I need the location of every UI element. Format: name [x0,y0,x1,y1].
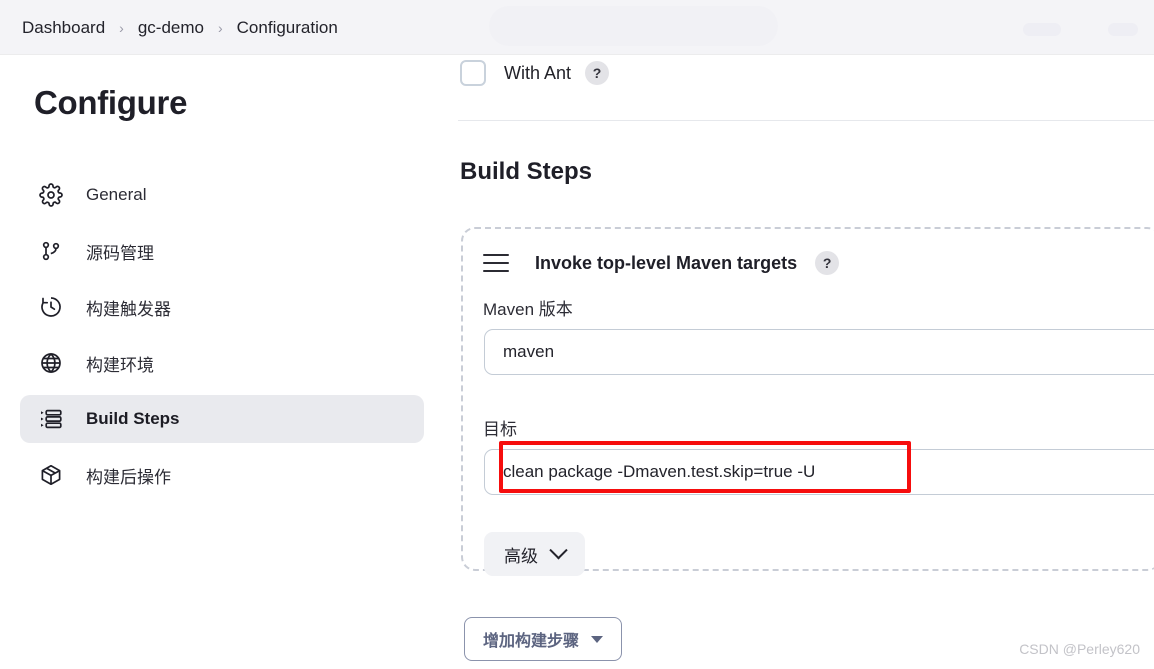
section-divider [458,120,1154,121]
caret-down-icon [591,635,604,643]
add-build-step-button[interactable]: 增加构建步骤 [464,617,623,661]
with-ant-label: With Ant [504,62,572,83]
chevron-down-icon [549,540,568,559]
with-ant-checkbox[interactable] [460,60,486,86]
goals-input[interactable]: clean package -Dmaven.test.skip=true -U [484,449,1154,495]
build-step-header: Invoke top-level Maven targets ? [483,251,840,275]
build-step-title: Invoke top-level Maven targets [535,252,798,273]
advanced-toggle-button[interactable]: 高级 [484,532,585,576]
section-title-build-steps: Build Steps [460,158,593,185]
search-placeholder-ghost-b [1108,23,1138,36]
sidebar-item-post-build-actions[interactable]: 构建后操作 [20,451,424,499]
breadcrumb-item-dashboard[interactable]: Dashboard [22,18,105,38]
drag-handle-icon[interactable] [483,254,509,272]
watermark: CSDN @Perley620 [1019,641,1140,657]
sidebar-item-label: Build Steps [86,409,180,428]
clock-icon [38,294,64,320]
sidebar-item-label: 构建后操作 [86,467,171,487]
search-placeholder-ghost-a [1023,23,1061,36]
advanced-label: 高级 [504,546,538,566]
build-step-card: Invoke top-level Maven targets ? Maven 版… [461,227,1154,576]
breadcrumb-item-gc-demo[interactable]: gc-demo [138,18,204,38]
sidebar-item-label: 构建环境 [86,355,154,375]
breadcrumb: Dashboard › gc-demo › Configuration [22,0,338,55]
search-box[interactable] [489,6,1138,46]
goals-label: 目标 [483,420,517,439]
sidebar-item-general[interactable]: General [20,171,424,219]
sidebar-item-build-triggers[interactable]: 构建触发器 [20,283,424,331]
page-title: Configure [34,84,188,121]
sidebar-item-source-control[interactable]: 源码管理 [20,227,424,275]
sidebar-item-label: 构建触发器 [86,299,171,319]
with-ant-row: With Ant ? [460,60,610,86]
add-build-step-label: 增加构建步骤 [483,633,580,650]
main-content: With Ant ? Build Steps Invoke top-level … [440,55,1154,669]
sidebar-item-build-steps[interactable]: Build Steps [20,395,424,443]
configure-page: Dashboard › gc-demo › Configuration Conf… [0,0,1154,669]
maven-version-select[interactable]: maven [484,329,1154,375]
sidebar: Configure General 源码管理 构建触发器 构建环境 Build … [0,55,440,669]
sidebar-nav: General 源码管理 构建触发器 构建环境 Build Steps 构建后操… [20,171,424,507]
top-header-bar: Dashboard › gc-demo › Configuration [0,0,1154,55]
breadcrumb-separator-icon: › [217,19,223,36]
sidebar-item-label: General [86,185,147,204]
help-icon[interactable]: ? [585,61,610,85]
globe-icon [38,350,64,376]
maven-version-label: Maven 版本 [483,300,573,319]
gear-icon [38,182,64,208]
sidebar-item-build-environment[interactable]: 构建环境 [20,339,424,387]
help-icon[interactable]: ? [815,251,840,275]
git-branch-icon [38,238,64,264]
breadcrumb-item-configuration[interactable]: Configuration [237,18,338,38]
sidebar-item-label: 源码管理 [86,243,154,263]
breadcrumb-separator-icon: › [119,19,124,36]
package-icon [38,462,64,488]
list-steps-icon [38,406,64,432]
